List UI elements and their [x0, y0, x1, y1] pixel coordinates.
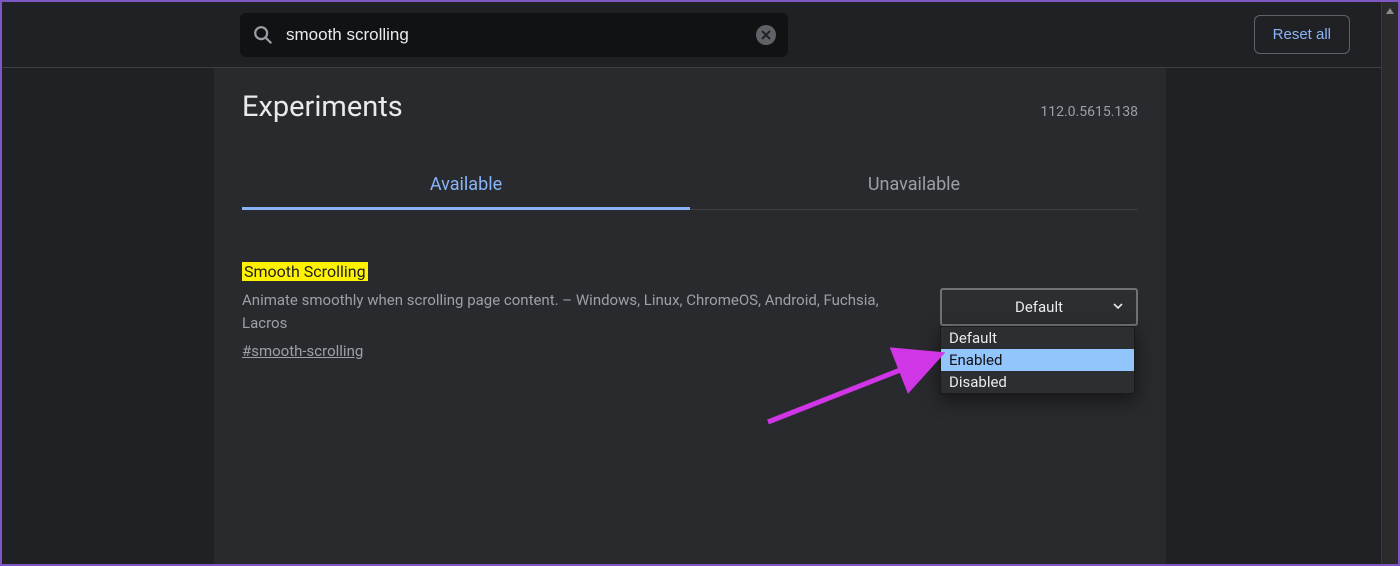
main-panel: Experiments 112.0.5615.138 Available Una… — [214, 68, 1166, 564]
search-box[interactable] — [240, 13, 788, 57]
tabs: Available Unavailable — [242, 162, 1138, 210]
flag-select[interactable]: Default — [940, 288, 1138, 326]
flag-description: Animate smoothly when scrolling page con… — [242, 289, 902, 336]
flag-row: Smooth Scrolling Animate smoothly when s… — [242, 262, 1138, 360]
tab-available[interactable]: Available — [242, 162, 690, 209]
chevron-down-icon — [1112, 298, 1124, 316]
reset-all-button[interactable]: Reset all — [1254, 15, 1350, 54]
version-text: 112.0.5615.138 — [1040, 104, 1138, 124]
vertical-scrollbar[interactable] — [1381, 2, 1398, 564]
flag-hash-link[interactable]: #smooth-scrolling — [242, 342, 363, 360]
dropdown-option-enabled[interactable]: Enabled — [941, 349, 1134, 371]
clear-search-icon[interactable] — [756, 25, 776, 45]
scrollbar-up-icon[interactable] — [1381, 2, 1398, 19]
tab-unavailable[interactable]: Unavailable — [690, 162, 1138, 209]
flag-select-value: Default — [1015, 298, 1063, 316]
page-title: Experiments — [242, 90, 403, 124]
top-toolbar: Reset all — [2, 2, 1398, 68]
flag-title: Smooth Scrolling — [242, 262, 368, 281]
search-icon — [252, 24, 274, 46]
search-input[interactable] — [286, 25, 744, 45]
dropdown-option-default[interactable]: Default — [941, 327, 1134, 349]
flag-select-dropdown[interactable]: DefaultEnabledDisabled — [940, 326, 1135, 394]
dropdown-option-disabled[interactable]: Disabled — [941, 371, 1134, 393]
